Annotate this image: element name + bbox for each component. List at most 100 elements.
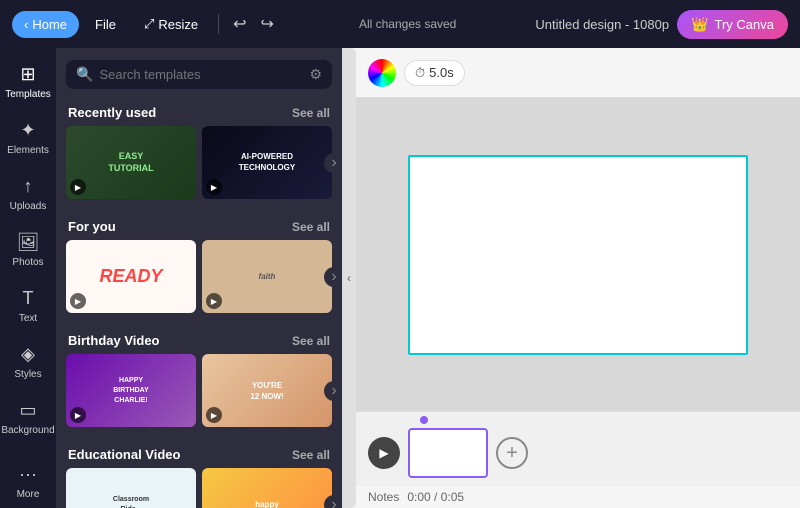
section-header: For you See all bbox=[56, 211, 342, 240]
save-status-text: All changes saved bbox=[359, 17, 456, 31]
sidebar-item-background[interactable]: ▭ Background bbox=[4, 392, 52, 444]
playhead-indicator bbox=[420, 416, 428, 424]
timer-icon: ⏱ bbox=[415, 65, 425, 81]
sidebar-item-templates[interactable]: ⊞ Templates bbox=[4, 56, 52, 108]
undo-button[interactable]: ↩ bbox=[227, 10, 252, 38]
file-button[interactable]: File bbox=[83, 11, 128, 38]
sidebar-item-label: More bbox=[17, 489, 40, 500]
crown-icon: 👑 bbox=[691, 16, 708, 33]
next-arrow-button[interactable]: › bbox=[324, 381, 342, 401]
section-header: Educational Video See all bbox=[56, 439, 342, 468]
canvas-main[interactable] bbox=[356, 98, 800, 411]
section-recently-used: Recently used See all EASYTUTORIAL ▶ bbox=[56, 97, 342, 199]
uploads-icon: ↑ bbox=[24, 176, 33, 197]
resize-label: Resize bbox=[158, 17, 198, 32]
photos-icon: 🖼 bbox=[17, 232, 40, 253]
sidebar-item-text[interactable]: T Text bbox=[4, 280, 52, 332]
timeline-area: ▶ + Notes 0:00 / 0:05 bbox=[356, 411, 800, 508]
template-grid: ClassroomRide... ▶ happy ▶ › bbox=[56, 468, 342, 508]
template-thumb[interactable]: ClassroomRide... ▶ bbox=[66, 468, 196, 508]
sidebar-item-label: Text bbox=[19, 313, 37, 324]
canvas-toolbar: ⏱ 5.0s bbox=[356, 48, 800, 98]
template-grid: READY ▶ faith ▶ › bbox=[56, 240, 342, 313]
background-icon: ▭ bbox=[19, 400, 36, 421]
design-title: Untitled design - 1080p bbox=[535, 17, 669, 32]
resize-button[interactable]: ⤢ Resize bbox=[132, 10, 210, 38]
add-icon: + bbox=[506, 442, 518, 465]
template-thumb[interactable]: happy ▶ bbox=[202, 468, 332, 508]
sidebar-item-label: Elements bbox=[7, 145, 49, 156]
home-button[interactable]: ‹ Home bbox=[12, 11, 79, 38]
template-thumb[interactable]: YOU'RE12 NOW! ▶ bbox=[202, 354, 332, 427]
templates-icon: ⊞ bbox=[20, 64, 35, 85]
sidebar-item-label: Templates bbox=[5, 89, 51, 100]
try-canva-button[interactable]: 👑 Try Canva bbox=[677, 10, 788, 39]
template-thumb[interactable]: HAPPYBIRTHDAYCHARLIE! ▶ bbox=[66, 354, 196, 427]
home-label: Home bbox=[32, 17, 67, 32]
search-bar: 🔍 ⚙ bbox=[66, 60, 332, 89]
see-all-link[interactable]: See all bbox=[292, 220, 330, 234]
sidebar-icons: ⊞ Templates ✦ Elements ↑ Uploads 🖼 Photo… bbox=[0, 48, 56, 508]
search-input[interactable] bbox=[99, 67, 303, 82]
notes-bar: Notes 0:00 / 0:05 bbox=[356, 486, 800, 508]
duration-value: 5.0s bbox=[429, 65, 454, 80]
play-button[interactable]: ▶ bbox=[368, 437, 400, 469]
timeline-track: ▶ + bbox=[356, 424, 800, 486]
template-thumb[interactable]: AI-POWEREDTECHNOLOGY ▶ bbox=[202, 126, 332, 199]
play-badge: ▶ bbox=[206, 179, 222, 195]
chevron-left-icon: ‹ bbox=[24, 17, 28, 32]
section-birthday: Birthday Video See all HAPPYBIRTHDAYCHAR… bbox=[56, 325, 342, 427]
template-thumb[interactable]: faith ▶ bbox=[202, 240, 332, 313]
sidebar-item-styles[interactable]: ◈ Styles bbox=[4, 336, 52, 388]
section-title: Birthday Video bbox=[68, 333, 160, 348]
template-thumb[interactable]: READY ▶ bbox=[66, 240, 196, 313]
timeline-indicator-row bbox=[356, 412, 800, 424]
templates-panel: 🔍 ⚙ Recently used See all EASYTUTORIAL bbox=[56, 48, 342, 508]
thumb-content: happy bbox=[202, 468, 332, 508]
sidebar-item-label: Uploads bbox=[10, 201, 47, 212]
duration-badge[interactable]: ⏱ 5.0s bbox=[404, 60, 465, 86]
playhead-dot bbox=[420, 416, 428, 424]
play-badge: ▶ bbox=[70, 179, 86, 195]
next-arrow-button[interactable]: › bbox=[324, 495, 342, 508]
sidebar-item-photos[interactable]: 🖼 Photos bbox=[4, 224, 52, 276]
collapse-panel-button[interactable]: ‹ bbox=[342, 48, 356, 508]
divider bbox=[218, 14, 219, 34]
more-icon: ··· bbox=[19, 464, 37, 485]
sidebar-item-label: Background bbox=[1, 425, 54, 436]
see-all-link[interactable]: See all bbox=[292, 106, 330, 120]
try-canva-label: Try Canva bbox=[715, 17, 774, 32]
thumb-content: ClassroomRide... bbox=[66, 468, 196, 508]
topbar: ‹ Home File ⤢ Resize ↩ ↪ All changes sav… bbox=[0, 0, 800, 48]
clip-thumbnail[interactable] bbox=[408, 428, 488, 478]
sidebar-item-elements[interactable]: ✦ Elements bbox=[4, 112, 52, 164]
section-header: Recently used See all bbox=[56, 97, 342, 126]
redo-button[interactable]: ↪ bbox=[255, 10, 280, 38]
topbar-right: Untitled design - 1080p 👑 Try Canva bbox=[535, 10, 788, 39]
next-arrow-button[interactable]: › bbox=[324, 267, 342, 287]
save-status: All changes saved bbox=[284, 17, 531, 31]
see-all-link[interactable]: See all bbox=[292, 334, 330, 348]
section-title: For you bbox=[68, 219, 116, 234]
template-thumb[interactable]: EASYTUTORIAL ▶ bbox=[66, 126, 196, 199]
canvas-frame[interactable] bbox=[408, 155, 748, 355]
see-all-link[interactable]: See all bbox=[292, 448, 330, 462]
text-icon: T bbox=[23, 288, 34, 309]
templates-scroll[interactable]: Recently used See all EASYTUTORIAL ▶ bbox=[56, 97, 342, 508]
play-icon: ▶ bbox=[379, 446, 388, 460]
styles-icon: ◈ bbox=[21, 344, 35, 365]
template-grid: HAPPYBIRTHDAYCHARLIE! ▶ YOU'RE12 NOW! ▶ bbox=[56, 354, 342, 427]
sidebar-item-more[interactable]: ··· More bbox=[4, 456, 52, 508]
file-label: File bbox=[95, 17, 116, 32]
undo-redo-group: ↩ ↪ bbox=[227, 10, 280, 38]
resize-icon: ⤢ bbox=[144, 16, 154, 32]
search-icon: 🔍 bbox=[76, 66, 93, 83]
add-clip-button[interactable]: + bbox=[496, 437, 528, 469]
sidebar-item-uploads[interactable]: ↑ Uploads bbox=[4, 168, 52, 220]
next-arrow-button[interactable]: › bbox=[324, 153, 342, 173]
filter-button[interactable]: ⚙ bbox=[309, 66, 322, 83]
chevron-left-icon: ‹ bbox=[347, 271, 351, 285]
canvas-area: ⏱ 5.0s ▶ + bbox=[356, 48, 800, 508]
template-grid: EASYTUTORIAL ▶ AI-POWEREDTECHNOLOGY ▶ bbox=[56, 126, 342, 199]
color-picker[interactable] bbox=[368, 59, 396, 87]
